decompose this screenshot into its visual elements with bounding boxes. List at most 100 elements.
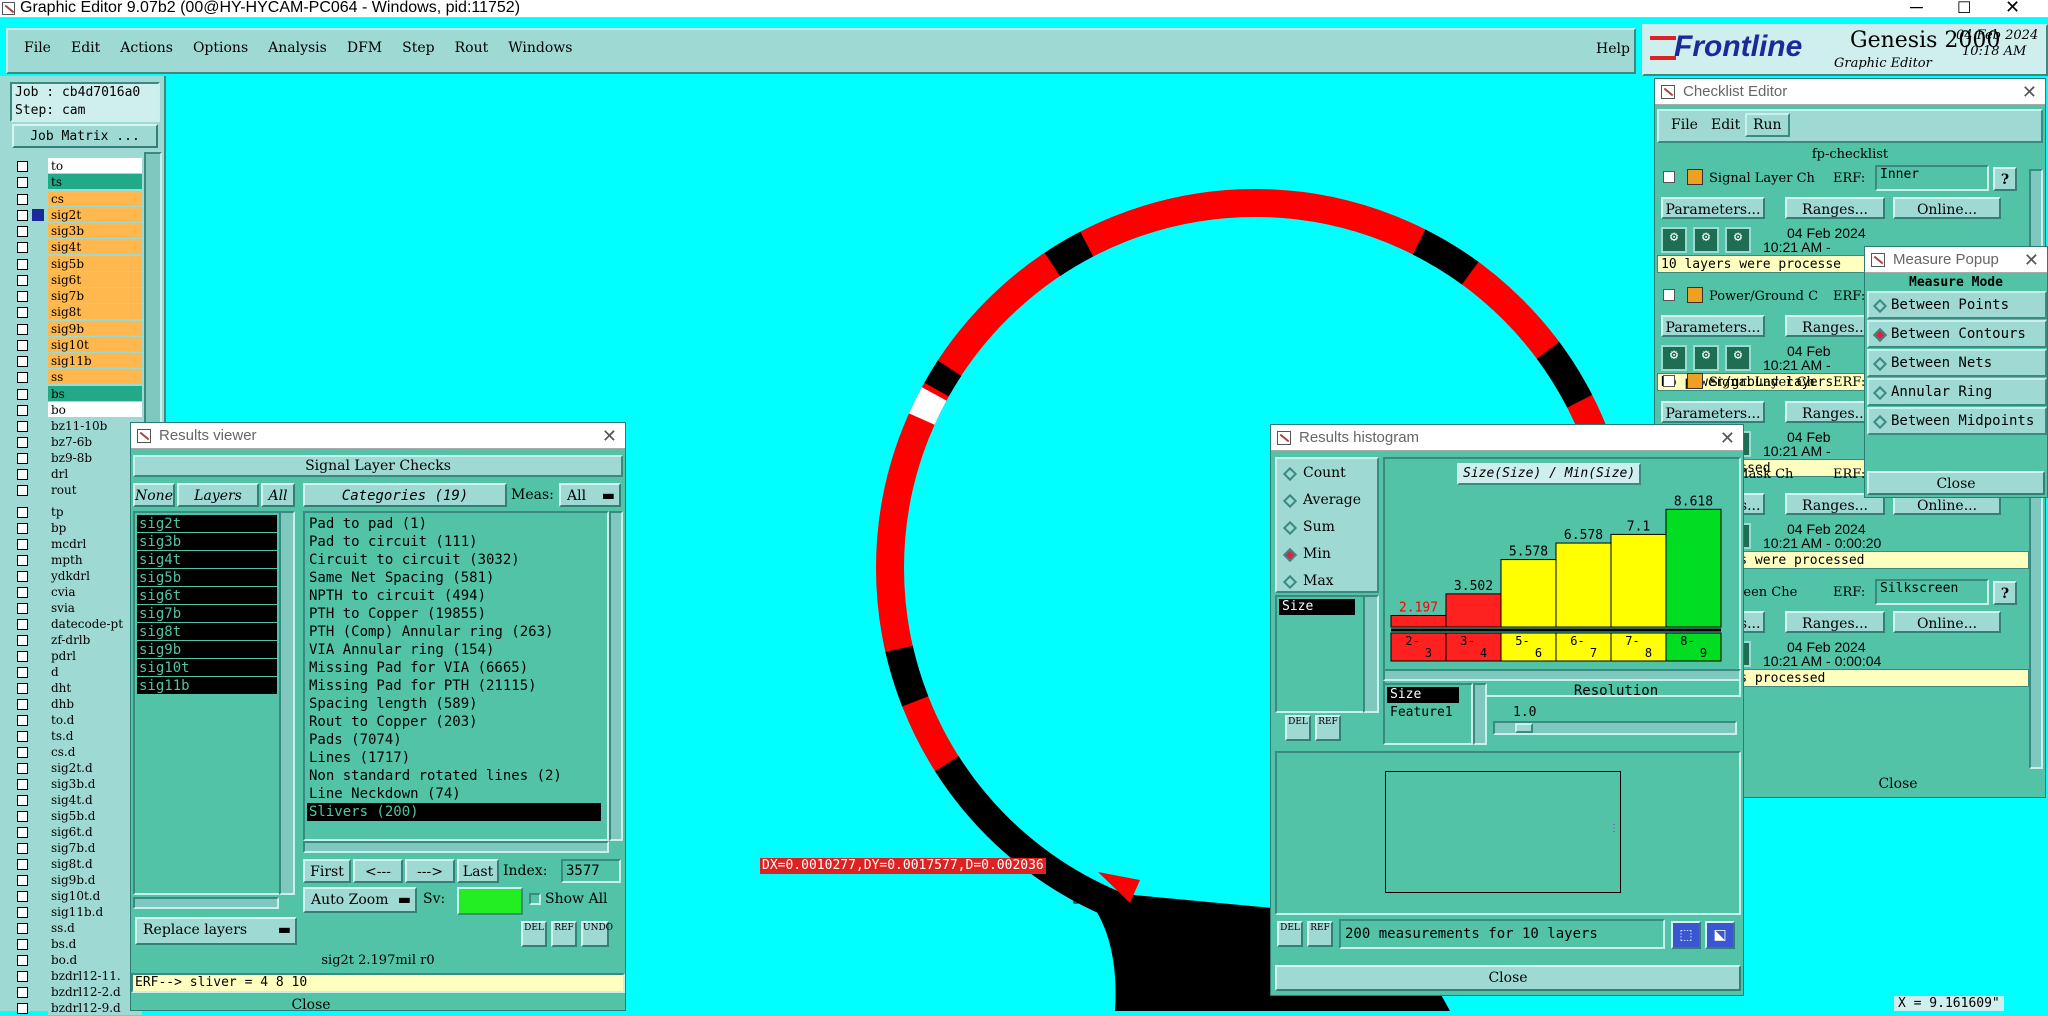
layer-row[interactable]: ydkdrl <box>12 568 142 584</box>
measure-mode-option[interactable]: Between Points <box>1867 291 2047 319</box>
help-menu[interactable]: Help <box>1596 41 1630 57</box>
layer-row[interactable]: cs <box>12 190 142 207</box>
layer-row[interactable]: to.d <box>12 712 142 728</box>
layer-checkbox[interactable] <box>17 907 28 918</box>
layer-list-scrollbar[interactable] <box>279 511 295 895</box>
run-check-icon[interactable]: ⚙ <box>1693 227 1719 253</box>
layer-checkbox[interactable] <box>17 258 28 270</box>
category-item[interactable]: Lines (1717) <box>307 749 607 767</box>
layer-checkbox[interactable] <box>17 939 28 950</box>
radio-icon[interactable] <box>1282 574 1298 590</box>
result-layer-item[interactable]: sig9b <box>137 641 277 659</box>
result-layer-item[interactable]: sig3b <box>137 533 277 551</box>
layer-row[interactable]: mpth <box>12 552 142 568</box>
layer-row[interactable]: tp <box>12 504 142 520</box>
check-enabled-checkbox[interactable] <box>1663 171 1675 183</box>
histogram-bar[interactable] <box>1500 559 1557 628</box>
layer-checkbox[interactable] <box>17 811 28 822</box>
layer-checkbox[interactable] <box>17 323 28 335</box>
layer-row[interactable]: bzdrl12-9.d <box>12 1000 142 1016</box>
histogram-hscrollbar[interactable] <box>1383 669 1741 681</box>
measure-mode-option[interactable]: Between Contours <box>1867 320 2047 348</box>
category-item[interactable]: Same Net Spacing (581) <box>307 569 607 587</box>
layer-checkbox[interactable] <box>17 635 28 646</box>
histogram-bar[interactable] <box>1665 508 1722 628</box>
category-item[interactable]: Pad to circuit (111) <box>307 533 607 551</box>
layer-checkbox[interactable] <box>17 603 28 614</box>
ref-button[interactable]: REF <box>551 921 577 947</box>
layer-hscrollbar[interactable] <box>133 897 279 909</box>
layer-checkbox[interactable] <box>17 485 28 496</box>
category-item[interactable]: Circuit to circuit (3032) <box>307 551 607 569</box>
result-layer-item[interactable]: sig8t <box>137 623 277 641</box>
layer-row[interactable]: rout <box>12 482 142 498</box>
check-enabled-checkbox[interactable] <box>1663 375 1675 387</box>
maximize-icon[interactable]: ☐ <box>1957 0 1971 18</box>
results-viewer-title-bar[interactable]: Results viewer ✕ <box>131 423 625 449</box>
layer-row[interactable]: sig5b <box>12 255 142 272</box>
histogram-bar[interactable] <box>1445 593 1502 628</box>
category-item[interactable]: PTH (Comp) Annular ring (263) <box>307 623 607 641</box>
category-item[interactable]: Missing Pad for VIA (6665) <box>307 659 607 677</box>
ranges-button[interactable]: Ranges... <box>1785 197 1885 219</box>
histogram-mode-option[interactable]: Count <box>1279 463 1375 487</box>
layer-checkbox[interactable] <box>17 779 28 790</box>
undo-button[interactable]: UNDO <box>581 921 613 947</box>
layer-row[interactable]: sig7b.d <box>12 840 142 856</box>
measure-title-bar[interactable]: Measure Popup ✕ <box>1865 247 2047 273</box>
layer-checkbox[interactable] <box>17 469 28 480</box>
category-item[interactable]: Pads (7074) <box>307 731 607 749</box>
histogram-list-item[interactable]: Size <box>1387 687 1459 703</box>
layer-row[interactable]: pdrl <box>12 648 142 664</box>
layer-checkbox[interactable] <box>17 651 28 662</box>
layer-checkbox[interactable] <box>17 875 28 886</box>
layer-checkbox[interactable] <box>17 827 28 838</box>
prev-button[interactable]: <--- <box>353 859 403 883</box>
erf-input[interactable]: Inner <box>1875 165 1989 191</box>
layer-checkbox[interactable] <box>17 587 28 598</box>
menu-actions[interactable]: Actions <box>120 40 173 62</box>
histogram-mode-option[interactable]: Min <box>1279 544 1375 568</box>
close-icon[interactable]: ✕ <box>2022 79 2037 105</box>
layer-checkbox[interactable] <box>17 421 28 432</box>
layer-checkbox[interactable] <box>17 971 28 982</box>
layer-row[interactable]: sig2t.d <box>12 760 142 776</box>
help-button[interactable]: ? <box>1993 581 2017 605</box>
layer-checkbox[interactable] <box>17 291 28 302</box>
layer-row[interactable]: sig3b <box>12 223 142 239</box>
close-icon[interactable]: ✕ <box>2005 0 2020 18</box>
layer-row[interactable]: mcdrl <box>12 536 142 552</box>
layer-checkbox[interactable] <box>17 795 28 806</box>
layer-checkbox[interactable] <box>17 226 28 237</box>
categories-button[interactable]: Categories (19) <box>303 483 507 507</box>
layer-row[interactable]: sig3b.d <box>12 776 142 792</box>
layer-row[interactable]: cvia <box>12 584 142 600</box>
online-button[interactable]: Online... <box>1893 197 2001 219</box>
layer-checkbox[interactable] <box>17 763 28 774</box>
layer-checkbox[interactable] <box>17 987 28 998</box>
replace-layers-dropdown[interactable]: Replace layers ▬ <box>135 917 297 945</box>
layer-checkbox[interactable] <box>17 307 28 319</box>
layer-row[interactable]: sig10t <box>12 336 142 353</box>
layer-checkbox[interactable] <box>17 667 28 678</box>
layer-row[interactable]: bzdrl12-2.d <box>12 984 142 1000</box>
resolution-slider[interactable] <box>1493 721 1737 735</box>
layer-row[interactable]: bo <box>12 401 142 418</box>
layer-row[interactable]: d <box>12 664 142 680</box>
preview-ref-button[interactable]: REF <box>1307 921 1333 947</box>
layer-row[interactable]: bzdrl12-11. <box>12 968 142 984</box>
layer-row[interactable]: sig2t <box>12 206 142 223</box>
layer-list[interactable]: sig2t sig3b sig4t sig5b sig6t sig7b sig8t sig9b… <box>133 511 295 895</box>
checklist-title-bar[interactable]: Checklist Editor ✕ <box>1655 79 2045 105</box>
last-button[interactable]: Last <box>457 859 499 883</box>
layer-row[interactable]: dht <box>12 680 142 696</box>
layer-checkbox[interactable] <box>17 356 28 367</box>
category-item[interactable]: Pad to pad (1) <box>307 515 607 533</box>
menu-options[interactable]: Options <box>193 40 248 62</box>
radio-icon[interactable] <box>1872 327 1888 343</box>
layer-checkbox[interactable] <box>17 388 28 400</box>
histogram-mode-option[interactable]: Average <box>1279 490 1375 514</box>
layers-button[interactable]: Layers <box>177 483 259 507</box>
result-layer-item[interactable]: sig10t <box>137 659 277 677</box>
parameters-button[interactable]: Parameters... <box>1661 401 1765 423</box>
